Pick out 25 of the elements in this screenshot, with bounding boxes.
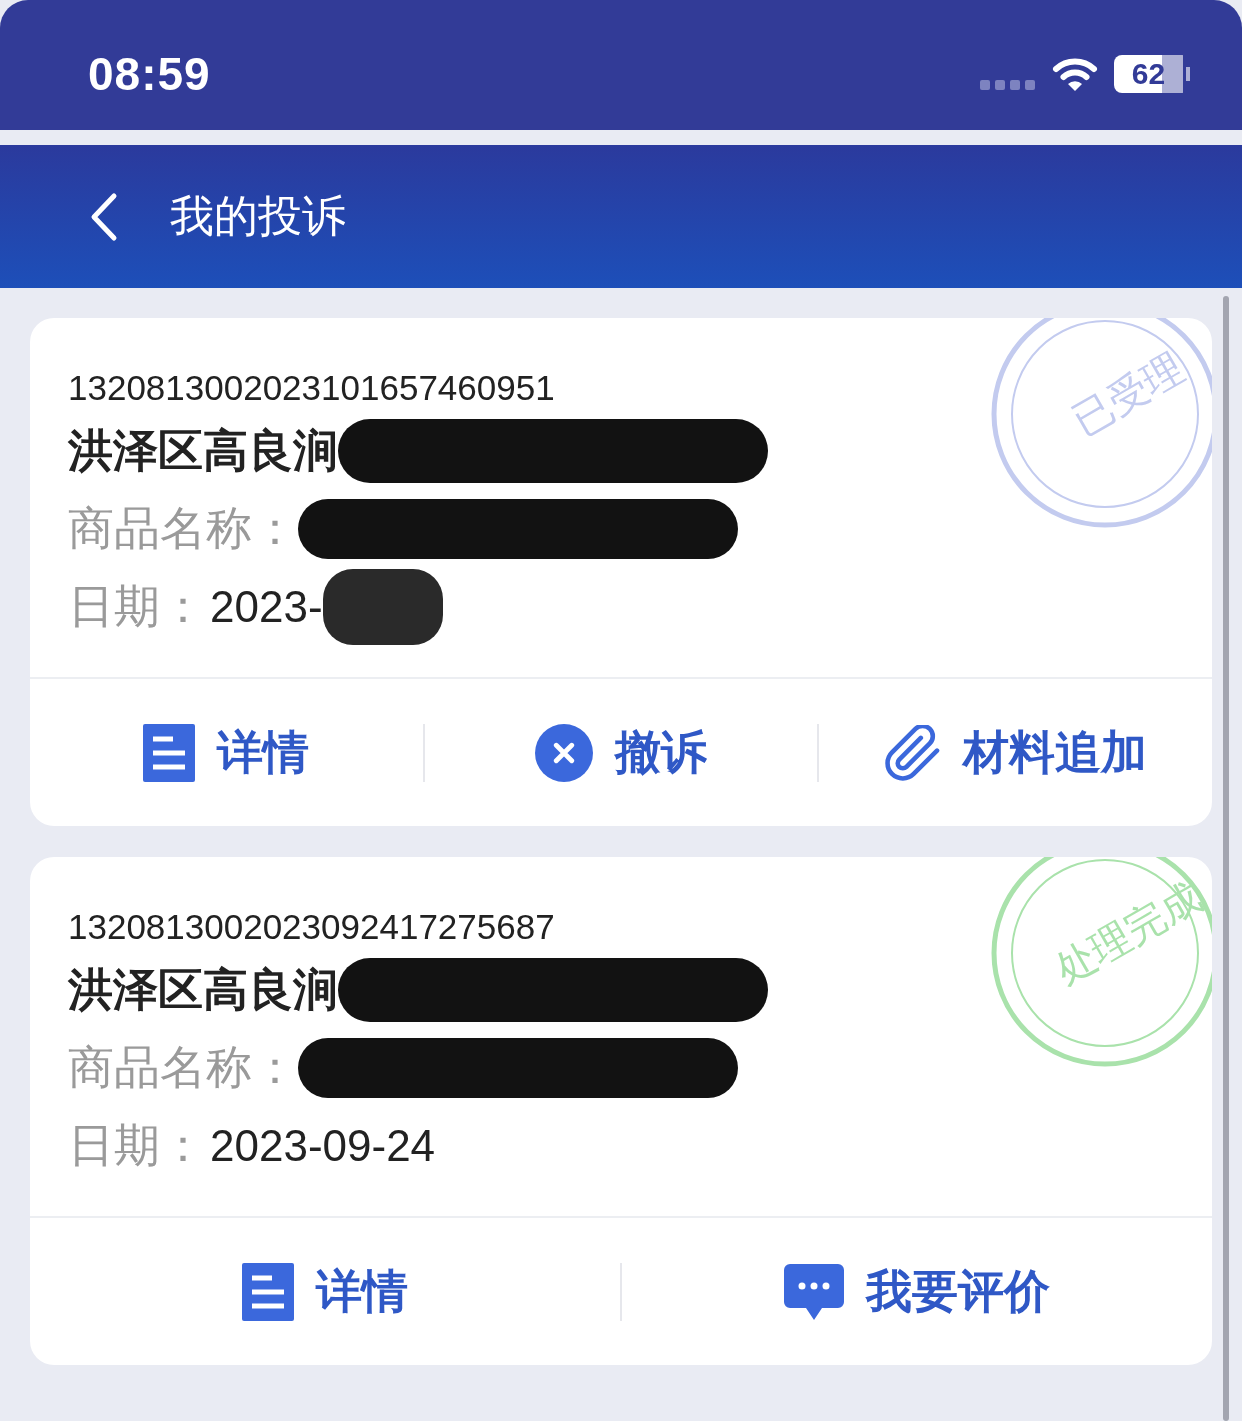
complaint-number: 1320813002023101657460951 [68,367,555,409]
review-button[interactable]: 我要评价 [774,1252,1060,1331]
document-icon [242,1262,294,1321]
complaint-number: 1320813002023092417275687 [68,906,555,948]
merchant-name: 洪泽区高良涧 [68,963,338,1017]
document-icon [143,723,196,782]
paperclip-icon [884,724,941,781]
signal-dots-icon [980,79,1036,91]
battery-indicator: 62 [1114,55,1190,93]
page-title: 我的投诉 [170,190,346,242]
details-button[interactable]: 详情 [133,713,320,792]
close-circle-icon [535,723,593,782]
withdraw-button[interactable]: 撤诉 [525,713,717,792]
merchant-name: 洪泽区高良涧 [68,424,338,478]
details-button[interactable]: 详情 [232,1252,418,1331]
add-materials-button[interactable]: 材料追加 [874,713,1157,792]
chat-bubble-icon [784,1263,844,1320]
product-label: 商品名称： [68,501,298,556]
date-value: 2023- [210,582,323,632]
date-label: 日期： [68,1118,206,1173]
status-time: 08:59 [88,47,211,101]
product-label: 商品名称： [68,1040,298,1095]
wifi-icon [1052,56,1098,92]
date-label: 日期： [68,579,206,634]
date-value: 2023-09-24 [210,1121,436,1171]
